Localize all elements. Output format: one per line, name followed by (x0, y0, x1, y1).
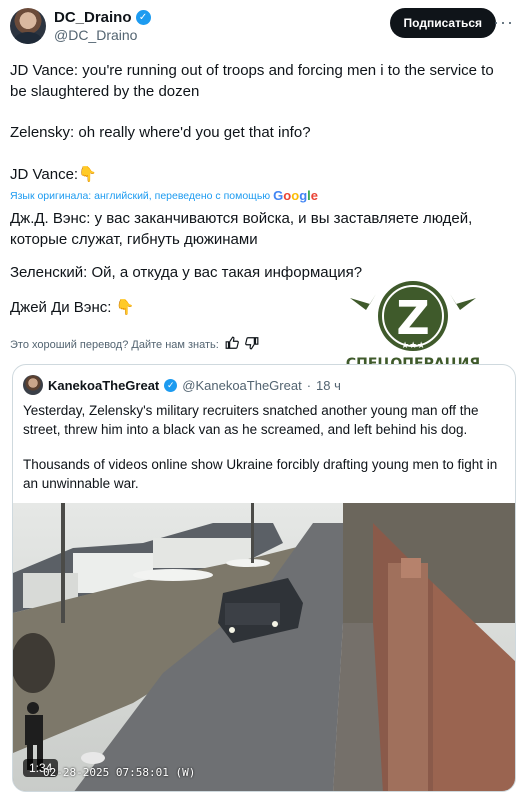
subscribe-button[interactable]: Подписаться (389, 8, 496, 38)
video-timestamp-overlay: 02-28-2025 07:58:01 (W) (43, 766, 196, 779)
author-display-name[interactable]: DC_Draino (54, 9, 132, 26)
translation-note[interactable]: Язык оригинала: английский, переведено с… (10, 188, 318, 203)
author-avatar[interactable] (10, 8, 46, 44)
tweet-text-line: Zelensky: oh really where'd you get that… (10, 124, 311, 141)
z-operation-logo: Z ★★★ СПЕЦОПЕРАЦИЯ (346, 280, 480, 374)
feedback-prompt: Это хороший перевод? Дайте нам знать: (10, 338, 219, 351)
quoted-tweet-text: Yesterday, Zelensky's military recruiter… (23, 403, 479, 437)
tweet-text-line: JD Vance:👇 (10, 166, 97, 183)
thumbs-up-icon[interactable] (225, 336, 239, 353)
svg-text:★★★: ★★★ (401, 341, 425, 351)
translated-text-line: Дж.Д. Вэнс: у вас заканчиваются войска, … (10, 210, 473, 248)
logo-letter: Z (396, 291, 429, 345)
tweet-text-line: JD Vance: you're running out of troops a… (10, 62, 494, 100)
author-name-row: DC_Draino ✓ (54, 9, 151, 26)
verified-badge-icon: ✓ (135, 10, 151, 25)
separator-dot: · (306, 377, 312, 393)
translation-note-text: Язык оригинала: английский, переведено с… (10, 189, 271, 202)
quoted-tweet-text: Thousands of videos online show Ukraine … (23, 457, 498, 491)
author-handle[interactable]: @DC_Draino (54, 27, 137, 43)
thumbs-down-icon[interactable] (244, 336, 259, 353)
quoted-author-handle: @KanekoaTheGreat (182, 377, 302, 393)
quoted-author-avatar[interactable] (23, 375, 43, 395)
video-frame (13, 503, 515, 791)
quoted-tweet-header: KanekoaTheGreat ✓ @KanekoaTheGreat · 18 … (23, 375, 341, 395)
translation-feedback: Это хороший перевод? Дайте нам знать: (10, 336, 259, 353)
quoted-verified-badge-icon: ✓ (164, 378, 178, 392)
google-logo: Google (273, 188, 319, 203)
video-player[interactable]: 1:34 02-28-2025 07:58:01 (W) (13, 503, 515, 791)
more-options-icon[interactable]: ··· (493, 12, 514, 33)
quoted-author-name[interactable]: KanekoaTheGreat (48, 378, 159, 393)
quoted-tweet[interactable]: KanekoaTheGreat ✓ @KanekoaTheGreat · 18 … (12, 364, 516, 792)
tweet-header: DC_Draino ✓ @DC_Draino Подписаться ··· (10, 6, 516, 46)
quoted-tweet-time[interactable]: 18 ч (316, 378, 341, 393)
